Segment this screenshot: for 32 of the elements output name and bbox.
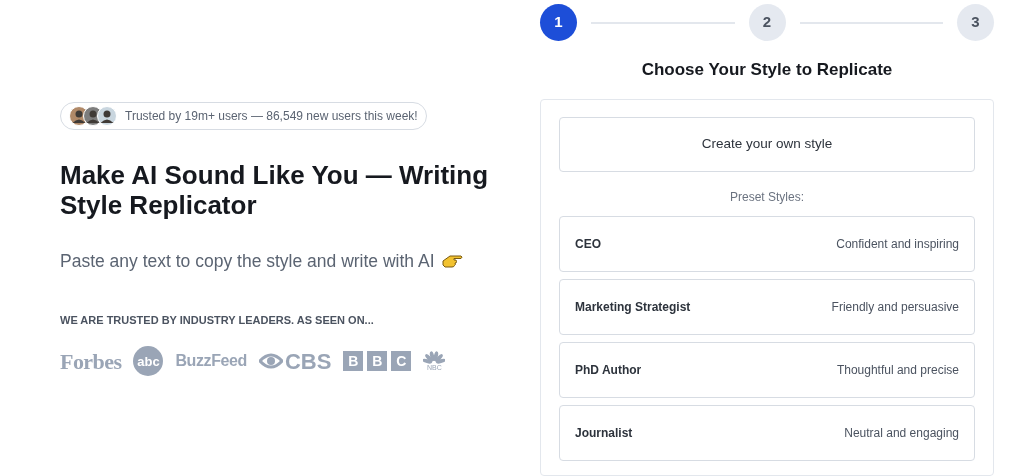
- preset-description: Neutral and engaging: [844, 424, 959, 442]
- step-indicator: 1: [540, 4, 577, 41]
- page-heading: Make AI Sound Like You — Writing Style Replicator: [60, 160, 490, 220]
- preset-name: PhD Author: [575, 361, 642, 379]
- preset-option[interactable]: Marketing Strategist Friendly and persuasive: [559, 278, 975, 335]
- trusted-label: WE ARE TRUSTED BY INDUSTRY LEADERS. AS SEEN ON...: [60, 313, 374, 329]
- step-indicator: 3: [957, 4, 994, 41]
- preset-label: Preset Styles:: [729, 188, 805, 206]
- pointing-hand-icon: [440, 253, 463, 270]
- preset-description: Thoughtful and precise: [836, 361, 959, 379]
- preset-name: Marketing Strategist: [575, 298, 691, 316]
- badge-text: Trusted by 19m+ users — 86,549 new users this week!: [125, 108, 418, 125]
- eye-icon: [258, 352, 283, 371]
- brand-letter: C: [391, 351, 412, 372]
- subtitle: Paste any text to copy the style and write with AI: [60, 250, 435, 273]
- preset-name: CEO: [575, 235, 601, 253]
- brand-letter: B: [367, 351, 388, 372]
- preset-name: Journalist: [575, 424, 633, 442]
- preset-description: Friendly and persuasive: [831, 298, 959, 316]
- preset-option[interactable]: PhD Author Thoughtful and precise: [559, 341, 975, 398]
- brand-logo: CBS: [284, 347, 332, 376]
- step-indicator: 2: [748, 4, 786, 41]
- brand-logo: Forbes: [60, 347, 122, 376]
- preset-description: Confident and inspiring: [836, 235, 959, 253]
- brand-logo: BuzzFeed: [175, 351, 247, 372]
- panel-title: Choose Your Style to Replicate: [640, 59, 894, 81]
- preset-option[interactable]: Journalist Neutral and engaging: [559, 404, 975, 461]
- peacock-icon: [423, 351, 446, 365]
- brand-logo: abc: [133, 346, 164, 377]
- brand-letter: B: [343, 351, 364, 372]
- preset-option[interactable]: CEO Confident and inspiring: [559, 215, 975, 272]
- create-style-button[interactable]: Create your own style: [559, 116, 975, 172]
